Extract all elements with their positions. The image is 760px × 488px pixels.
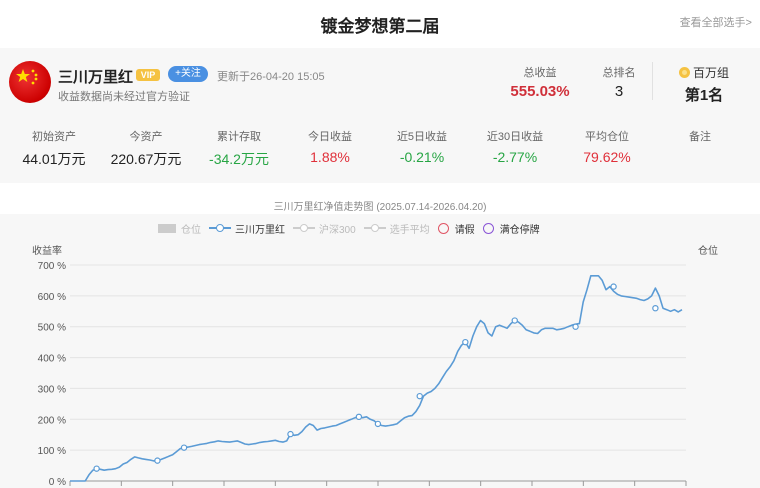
data-point-marker — [416, 392, 423, 400]
data-point-marker — [355, 413, 363, 421]
y-tick-label: 600 % — [38, 292, 66, 303]
data-point-marker — [572, 323, 579, 330]
data-point-marker — [652, 305, 659, 312]
data-point-marker — [180, 444, 188, 451]
y-tick-label: 500 % — [38, 323, 66, 334]
data-point-marker — [462, 338, 469, 346]
y-tick-label: 0 % — [49, 477, 66, 488]
y-tick-label: 300 % — [38, 384, 66, 395]
line-chart: 0 % 100 % 200 % 300 % 400 % 500 % 600 % 700 % — [38, 261, 687, 488]
y-tick-label: 400 % — [38, 354, 66, 365]
data-point-marker — [374, 420, 382, 428]
data-point-marker — [287, 430, 294, 438]
data-point-marker — [154, 457, 161, 464]
y-tick-label: 100 % — [38, 446, 66, 457]
y-tick-label: 700 % — [38, 261, 66, 272]
data-point-marker — [610, 283, 617, 290]
y-tick-label: 200 % — [38, 415, 66, 426]
data-point-marker — [511, 317, 518, 324]
data-point-marker — [93, 465, 100, 472]
